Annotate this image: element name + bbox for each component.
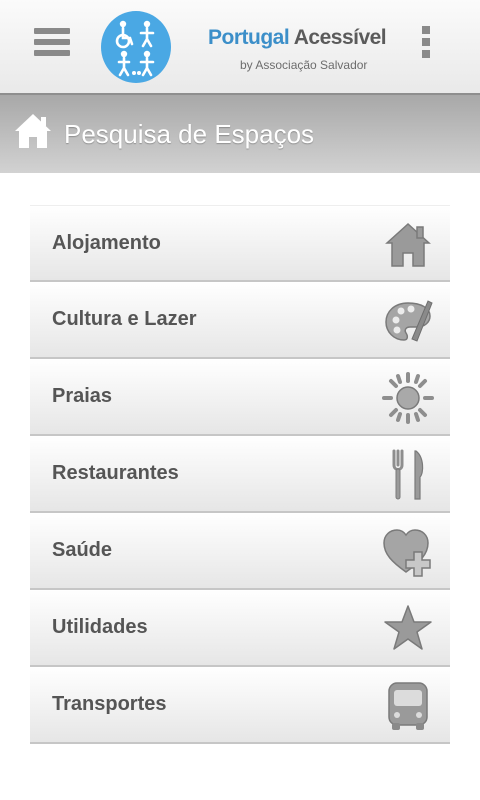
home-icon[interactable] (13, 111, 53, 151)
category-label: Cultura e Lazer (52, 308, 197, 330)
category-item-cultura-e-lazer[interactable]: Cultura e Lazer (30, 282, 450, 359)
category-item-utilidades[interactable]: Utilidades (30, 590, 450, 667)
category-label: Utilidades (52, 616, 148, 638)
house-icon (385, 222, 431, 267)
category-item-restaurantes[interactable]: Restaurantes (30, 436, 450, 513)
hamburger-menu-icon[interactable] (34, 28, 70, 60)
category-list: Alojamento Cultura e Lazer Praias Restau… (30, 205, 450, 744)
category-item-alojamento[interactable]: Alojamento (30, 205, 450, 282)
brand-logo: Portugal Acessível by Associação Salvado… (208, 26, 388, 76)
brand-title: Portugal Acessível (208, 26, 387, 49)
brand-subtitle: by Associação Salvador (240, 58, 368, 72)
category-item-transportes[interactable]: Transportes (30, 667, 450, 744)
star-icon (384, 605, 432, 650)
top-app-bar: Portugal Acessível by Associação Salvado… (0, 0, 480, 95)
fork-knife-icon (392, 449, 424, 500)
category-label: Alojamento (52, 232, 161, 254)
category-label: Saúde (52, 539, 113, 561)
category-item-saude[interactable]: Saúde (30, 513, 450, 590)
accessibility-logo-icon (101, 11, 171, 83)
sun-icon (382, 372, 434, 424)
category-item-praias[interactable]: Praias (30, 359, 450, 436)
vertical-dots-icon[interactable] (419, 26, 433, 66)
section-title-bar: Pesquisa de Espaços (0, 95, 480, 173)
category-label: Transportes (52, 693, 167, 715)
palette-icon (385, 300, 433, 342)
heart-plus-icon (383, 529, 431, 577)
page-title: Pesquisa de Espaços (64, 119, 315, 149)
category-label: Praias (52, 385, 113, 407)
category-label: Restaurantes (52, 462, 179, 484)
bus-icon (388, 682, 428, 730)
